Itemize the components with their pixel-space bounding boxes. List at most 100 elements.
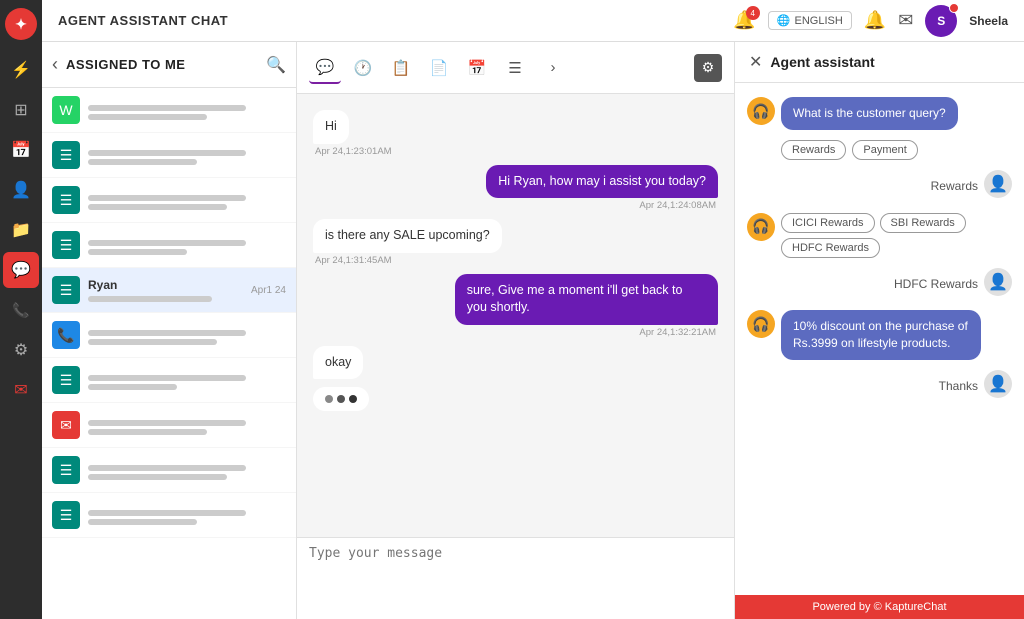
typing-dot-3 — [349, 395, 357, 403]
chip-sbi[interactable]: SBI Rewards — [880, 213, 966, 233]
agent-assistant-panel: ✕ Agent assistant 🎧 What is the customer… — [734, 42, 1024, 619]
chip-rewards[interactable]: Rewards — [781, 140, 846, 160]
nav-settings[interactable]: ⚙ — [3, 332, 39, 368]
chat-icon-3: ☰ — [52, 231, 80, 259]
conv-item-email[interactable]: ✉ — [42, 403, 296, 448]
aa-bubble-1: What is the customer query? — [781, 97, 958, 130]
bot-avatar-2: 🎧 — [747, 213, 775, 241]
toolbar-calendar-icon[interactable]: 📅 — [461, 52, 493, 84]
chip-payment[interactable]: Payment — [852, 140, 917, 160]
aa-message-1: 🎧 What is the customer query? — [747, 97, 1012, 130]
sidebar-nav: ✦ ⚡ ⊞ 📅 👤 📁 💬 📞 ⚙ ✉ — [0, 0, 42, 619]
toolbar-files-icon[interactable]: 📄 — [423, 52, 455, 84]
msg-time-3: Apr 24,1:31:45AM — [313, 255, 394, 266]
msg-time-2: Apr 24,1:24:08AM — [637, 200, 718, 211]
typing-indicator — [313, 387, 369, 411]
user-avatar-aa-3: 👤 — [984, 370, 1012, 398]
aa-bubble-3: 10% discount on the purchase of Rs.3999 … — [781, 310, 981, 360]
chip-icici[interactable]: ICICI Rewards — [781, 213, 875, 233]
conv-item-6[interactable]: ☰ — [42, 493, 296, 538]
aa-user-bubble-2: HDFC Rewards — [882, 268, 978, 301]
main-content: AGENT ASSISTANT CHAT 🔔 4 🌐 ENGLISH 🔔 ✉ S… — [42, 0, 1024, 619]
chat-messages: Hi Apr 24,1:23:01AM Hi Ryan, how may i a… — [297, 94, 734, 537]
bot-avatar-3: 🎧 — [747, 310, 775, 338]
notification-badge: 4 — [746, 6, 760, 20]
conv-item-whatsapp[interactable]: W — [42, 88, 296, 133]
nav-chat[interactable]: 💬 — [3, 252, 39, 288]
nav-files[interactable]: 📁 — [3, 212, 39, 248]
message-5: okay — [313, 346, 718, 380]
nav-phone[interactable]: 📞 — [3, 292, 39, 328]
msg-bubble-5: okay — [313, 346, 363, 380]
bell-icon[interactable]: 🔔 — [864, 10, 886, 31]
aa-footer: Powered by © KaptureChat — [735, 595, 1024, 619]
toolbar-more-icon[interactable]: › — [537, 52, 569, 84]
msg-bubble-4: sure, Give me a moment i'll get back to … — [455, 274, 718, 325]
conversations-header: ‹ ASSIGNED TO ME 🔍 — [42, 42, 296, 88]
notification-icon[interactable]: 🔔 4 — [733, 10, 755, 31]
aa-messages: 🎧 What is the customer query? Rewards Pa… — [735, 83, 1024, 595]
conv-item-phone[interactable]: 📞 — [42, 313, 296, 358]
conv-item-4[interactable]: ☰ — [42, 358, 296, 403]
user-name: Sheela — [969, 14, 1008, 28]
typing-dot-1 — [325, 395, 333, 403]
typing-dot-2 — [337, 395, 345, 403]
translate-icon: 🌐 — [777, 14, 791, 27]
nav-dashboard[interactable]: ⚡ — [3, 52, 39, 88]
toolbar-menu-icon[interactable]: ☰ — [499, 52, 531, 84]
conv-item-3[interactable]: ☰ — [42, 223, 296, 268]
chat-icon-6: ☰ — [52, 501, 80, 529]
message-2: Hi Ryan, how may i assist you today? Apr… — [313, 165, 718, 212]
language-button[interactable]: 🌐 ENGLISH — [768, 11, 852, 30]
nav-calendar[interactable]: 📅 — [3, 132, 39, 168]
bot-avatar-1: 🎧 — [747, 97, 775, 125]
content-row: ‹ ASSIGNED TO ME 🔍 W ☰ — [42, 42, 1024, 619]
aa-chips-1: Rewards Payment — [781, 140, 1012, 160]
nav-grid[interactable]: ⊞ — [3, 92, 39, 128]
user-avatar-aa-1: 👤 — [984, 170, 1012, 198]
msg-bubble-1: Hi — [313, 110, 349, 144]
chat-icon-2: ☰ — [52, 186, 80, 214]
msg-time-4: Apr 24,1:32:21AM — [637, 327, 718, 338]
conv-preview — [88, 105, 246, 111]
aa-close-button[interactable]: ✕ — [749, 52, 762, 72]
aa-message-2: 🎧 ICICI Rewards SBI Rewards HDFC Rewards — [747, 213, 1012, 258]
message-1: Hi Apr 24,1:23:01AM — [313, 110, 718, 157]
message-3: is there any SALE upcoming? Apr 24,1:31:… — [313, 219, 718, 266]
language-label: ENGLISH — [794, 15, 842, 27]
msg-bubble-2: Hi Ryan, how may i assist you today? — [486, 165, 718, 199]
toolbar-tasks-icon[interactable]: 📋 — [385, 52, 417, 84]
user-avatar[interactable]: S — [925, 5, 957, 37]
toolbar-gear-button[interactable]: ⚙ — [694, 54, 722, 82]
back-button[interactable]: ‹ — [52, 54, 58, 75]
chat-input-area — [297, 537, 734, 619]
chat-input[interactable] — [309, 546, 722, 606]
aa-message-user-1: 👤 Rewards — [747, 170, 1012, 203]
chat-icon-4: ☰ — [52, 366, 80, 394]
aa-message-user-3: 👤 Thanks — [747, 370, 1012, 403]
conv-item-ryan[interactable]: ☰ Ryan Apr1 24 — [42, 268, 296, 313]
aa-user-bubble-1: Rewards — [919, 170, 978, 203]
chat-area: 💬 🕐 📋 📄 📅 ☰ › ⚙ Hi Apr 24,1:23:01AM — [297, 42, 734, 619]
conv-item-1[interactable]: ☰ — [42, 133, 296, 178]
mail-icon[interactable]: ✉ — [898, 10, 913, 31]
conv-item-5[interactable]: ☰ — [42, 448, 296, 493]
conversations-panel: ‹ ASSIGNED TO ME 🔍 W ☰ — [42, 42, 297, 619]
nav-contacts[interactable]: 👤 — [3, 172, 39, 208]
chip-hdfc[interactable]: HDFC Rewards — [781, 238, 880, 258]
conversations-title: ASSIGNED TO ME — [66, 57, 258, 72]
message-4: sure, Give me a moment i'll get back to … — [313, 274, 718, 338]
chat-icon-ryan: ☰ — [52, 276, 80, 304]
phone-icon: 📞 — [52, 321, 80, 349]
conv-preview-1 — [88, 150, 246, 156]
aa-header: ✕ Agent assistant — [735, 42, 1024, 83]
search-button[interactable]: 🔍 — [266, 55, 286, 75]
toolbar-chat-icon[interactable]: 💬 — [309, 52, 341, 84]
nav-email[interactable]: ✉ — [3, 372, 39, 408]
top-header: AGENT ASSISTANT CHAT 🔔 4 🌐 ENGLISH 🔔 ✉ S… — [42, 0, 1024, 42]
app-title: AGENT ASSISTANT CHAT — [58, 13, 721, 28]
app-logo: ✦ — [5, 8, 37, 40]
conv-item-2[interactable]: ☰ — [42, 178, 296, 223]
toolbar-history-icon[interactable]: 🕐 — [347, 52, 379, 84]
aa-user-bubble-3: Thanks — [927, 370, 978, 403]
